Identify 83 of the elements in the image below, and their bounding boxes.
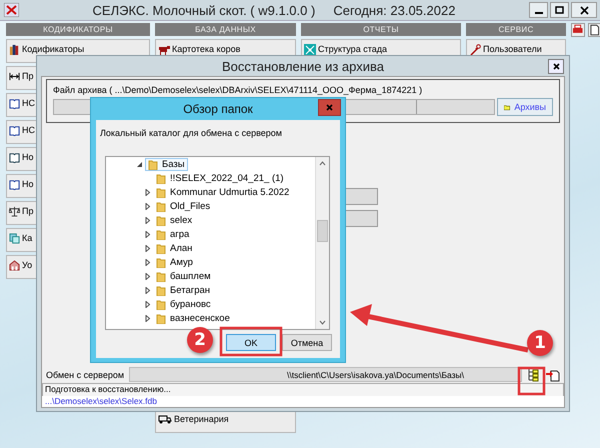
scales-icon [9, 206, 20, 217]
book-icon [9, 125, 20, 136]
expand-arrow-icon[interactable] [144, 300, 151, 308]
maximize-icon [555, 6, 564, 14]
folder-item[interactable]: Бетагран [153, 284, 214, 296]
folder-icon [156, 172, 166, 184]
truck-icon [158, 414, 172, 424]
folder-item[interactable]: башплем [153, 270, 214, 282]
folder-item[interactable]: вазнесенское [153, 312, 233, 324]
close-button[interactable] [548, 59, 564, 74]
herd-structure-icon [304, 44, 316, 56]
section-header: СЕРВИС [466, 23, 566, 36]
key-icon [469, 44, 481, 56]
section-header: ОТЧЕТЫ [301, 23, 461, 36]
folder-item[interactable]: агра [153, 228, 192, 240]
folder-tree-icon[interactable] [527, 368, 541, 382]
folder-icon [156, 312, 166, 324]
folder-item[interactable]: Kommunar Udmurtia 5.2022 [153, 186, 292, 198]
expand-arrow-icon[interactable] [144, 272, 151, 280]
database-path: ...\Demoselex\selex\Selex.fdb [42, 396, 564, 407]
expand-arrow-icon[interactable] [144, 202, 151, 210]
expand-arrow-icon[interactable] [144, 244, 151, 252]
field-label: Обмен с сервером [46, 370, 124, 380]
highlight-frame [518, 366, 546, 396]
folder-icon [156, 284, 166, 296]
scroll-down-icon[interactable] [319, 320, 326, 325]
folder-icon [156, 200, 166, 212]
printer-icon[interactable] [571, 23, 584, 37]
folder-item[interactable]: Алан [153, 242, 196, 254]
close-icon [326, 104, 333, 111]
section-header: КОДИФИКАТОРЫ [6, 23, 150, 36]
scroll-thumb[interactable] [317, 220, 328, 242]
expand-arrow-icon[interactable] [144, 314, 151, 322]
expand-arrow-icon[interactable] [144, 286, 151, 294]
scroll-up-icon[interactable] [319, 161, 326, 166]
dialog-button[interactable]: OK [226, 334, 276, 351]
folder-icon [156, 214, 166, 226]
cards-icon [9, 233, 20, 244]
section-header: БАЗА ДАННЫХ [155, 23, 296, 36]
close-button[interactable] [571, 2, 597, 18]
folder-item[interactable]: Амур [153, 256, 196, 268]
books-icon [9, 44, 20, 55]
folder-item[interactable]: !!SELEX_2022_04_21_ (1) [153, 172, 287, 184]
folder-item[interactable]: selex [153, 214, 196, 226]
folder-icon [156, 256, 166, 268]
building-icon [9, 260, 20, 271]
expand-arrow-icon[interactable] [144, 216, 151, 224]
today-date: Сегодня: 23.05.2022 [333, 2, 456, 18]
archive-file-label: Файл архива ( ...\Demo\Demoselex\selex\DBArxiv\SELEX\471114_ООО_Ферма_1874221 ) [53, 85, 424, 95]
folder-icon [156, 270, 166, 282]
folder-icon [148, 158, 158, 170]
expand-arrow-icon[interactable] [144, 188, 151, 196]
book-icon [9, 98, 20, 109]
archives-button[interactable]: Архивы [497, 98, 553, 116]
book-icon [9, 179, 20, 190]
dialog-button[interactable]: Отмена [282, 334, 332, 351]
close-icon [552, 63, 560, 70]
folder-item[interactable]: Old_Files [153, 200, 214, 212]
server-path-field[interactable]: \\tsclient\C\Users\isakova.ya\Documents\Базы\ [129, 367, 522, 382]
cow-icon [158, 44, 170, 56]
maximize-button[interactable] [550, 2, 569, 18]
collapse-arrow-icon[interactable] [136, 160, 143, 168]
expand-arrow-icon[interactable] [144, 258, 151, 266]
minimize-button[interactable] [529, 2, 548, 18]
width-arrows-icon [9, 71, 20, 82]
expand-arrow-icon[interactable] [144, 230, 151, 238]
folder-icon [156, 186, 166, 198]
dialog-title: Обзор папок [183, 102, 253, 116]
document-icon[interactable] [588, 23, 600, 37]
book-icon [9, 152, 20, 163]
folder-icon [156, 228, 166, 240]
folder-icon [156, 242, 166, 254]
highlight-frame [220, 326, 282, 356]
import-file-icon[interactable] [546, 368, 560, 382]
scrollbar[interactable] [315, 157, 329, 329]
close-icon [580, 6, 588, 14]
folder-icon [504, 102, 510, 112]
folder-item[interactable]: бурановс [153, 298, 214, 310]
app-logo-icon [4, 3, 19, 17]
folder-item[interactable]: Базы [145, 158, 188, 170]
folder-icon [156, 298, 166, 310]
window-title: СЕЛЭКС. Молочный скот. ( w9.1.0.0 ) [92, 2, 316, 18]
dialog-description: Локальный каталог для обмена с сервером [100, 128, 282, 138]
